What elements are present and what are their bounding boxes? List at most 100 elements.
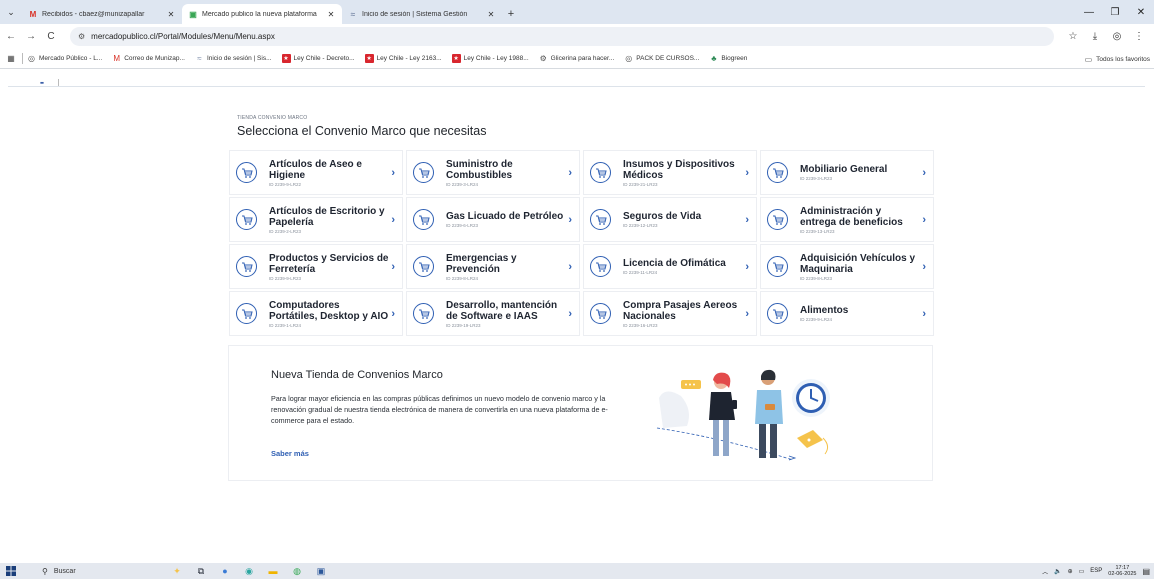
volume-icon[interactable]: 🔈 xyxy=(1054,568,1061,575)
clock[interactable]: 17:17 02-06-2025 xyxy=(1108,565,1136,577)
card-id: ID 2239-13-LR23 xyxy=(800,228,835,234)
bookmarks-divider xyxy=(22,53,23,64)
all-bookmarks[interactable]: ▭ Todos los favoritos xyxy=(1085,49,1150,69)
taskbar-search[interactable]: ⚲ Buscar xyxy=(42,567,76,576)
convenio-card[interactable]: Licencia de Ofimática ID 2239-11-LR24 › xyxy=(583,244,757,289)
card-title: Desarrollo, mantención de Software e IAA… xyxy=(446,299,558,322)
leychile-icon: ★ xyxy=(451,54,461,63)
windows-logo-icon xyxy=(6,566,16,576)
card-id: ID 2239-19-LR23 xyxy=(446,322,481,328)
start-button[interactable] xyxy=(0,563,22,579)
convenio-card[interactable]: Seguros de Vida ID 2239-12-LR23 › xyxy=(583,197,757,242)
minimize-icon[interactable]: — xyxy=(1076,0,1102,24)
chrome-icon[interactable]: ◍ xyxy=(285,566,309,577)
bookmark-item[interactable]: ♣ Biogreen xyxy=(709,54,747,63)
url-field[interactable]: ⚙ mercadopublico.cl/Portal/Modules/Menu/… xyxy=(70,27,1054,46)
file-explorer-icon[interactable]: ▬ xyxy=(261,566,285,576)
convenio-card[interactable]: Artículos de Escritorio y Papelería ID 22… xyxy=(229,197,403,242)
forward-icon[interactable]: → xyxy=(22,27,40,47)
gmail-icon: M xyxy=(113,54,121,63)
card-id: ID 2239-1-LR24 xyxy=(269,322,302,328)
leychile-icon: ★ xyxy=(281,54,291,63)
convenio-card[interactable]: Administración y entrega de beneficios ID… xyxy=(760,197,934,242)
menu-icon[interactable]: ⋮ xyxy=(1128,31,1150,42)
widgets-icon[interactable]: ✦ xyxy=(165,566,189,577)
bookmark-item[interactable]: ★ Ley Chile - Decreto... xyxy=(281,54,355,63)
bookmark-label: Ley Chile - Ley 2163... xyxy=(376,55,442,62)
convenio-card[interactable]: Desarrollo, mantención de Software e IAA… xyxy=(406,291,580,336)
reload-icon[interactable]: C xyxy=(42,27,60,47)
back-icon[interactable]: ← xyxy=(2,27,20,47)
card-text: Artículos de Aseo e Higiene ID 2239-9-LR2… xyxy=(269,159,389,187)
browser-tab[interactable]: M Recibidos - cbaez@munizapallar ✕ xyxy=(22,4,182,24)
tab-title: Inicio de sesión | Sistema Gestión xyxy=(362,10,468,18)
language-indicator[interactable]: ESP xyxy=(1090,568,1102,574)
close-tab-icon[interactable]: ✕ xyxy=(166,10,176,19)
promo-banner: Nueva Tienda de Convenios Marco Para log… xyxy=(228,345,933,481)
browser-tab[interactable]: ≈ Inicio de sesión | Sistema Gestión ✕ xyxy=(342,4,502,24)
card-id: ID 2239-21-LR23 xyxy=(623,181,658,187)
card-text: Gas Licuado de Petróleo ID 2239-6-LR23 xyxy=(446,211,566,228)
card-id: ID 2239-11-LR24 xyxy=(623,270,658,275)
bookmark-item[interactable]: ◎ PACK DE CURSOS... xyxy=(624,54,699,63)
tab-search-button[interactable]: ⌄ xyxy=(0,0,22,24)
convenio-card[interactable]: Productos y Servicios de Ferretería ID 22… xyxy=(229,244,403,289)
convenio-card[interactable]: Emergencias y Prevención ID 2239-8-LR24 › xyxy=(406,244,580,289)
bookmark-item[interactable]: M Correo de Munizap... xyxy=(112,54,185,63)
download-icon[interactable]: ⤓ xyxy=(1084,31,1106,42)
card-text: Suministro de Combustibles ID 2239-3-LR24 xyxy=(446,159,566,187)
card-id: ID 2239-8-LR24 xyxy=(446,275,479,281)
star-icon[interactable]: ☆ xyxy=(1062,31,1084,42)
bookmark-label: Biogreen xyxy=(721,55,748,62)
bookmark-item[interactable]: ≈ Inicio de sesión | Sis... xyxy=(195,54,271,63)
tab-title: Recibidos - cbaez@munizapallar xyxy=(42,10,145,18)
saber-mas-link[interactable]: Saber más xyxy=(271,449,309,458)
convenio-card[interactable]: Suministro de Combustibles ID 2239-3-LR24… xyxy=(406,150,580,195)
convenio-card[interactable]: Artículos de Aseo e Higiene ID 2239-9-LR2… xyxy=(229,150,403,195)
chevron-right-icon: › xyxy=(745,307,749,320)
word-icon[interactable]: ▣ xyxy=(309,566,333,577)
folder-icon: ▭ xyxy=(1084,54,1093,64)
new-tab-button[interactable]: + xyxy=(502,4,520,24)
shopping-cart-icon xyxy=(236,162,257,183)
close-window-icon[interactable]: ✕ xyxy=(1128,0,1154,24)
convenio-card[interactable]: Insumos y Dispositivos Médicos ID 2239-21… xyxy=(583,150,757,195)
tab-list: M Recibidos - cbaez@munizapallar ✕ ▣ Mercado… xyxy=(22,0,502,24)
task-view-icon[interactable]: ⧉ xyxy=(189,566,213,577)
apps-grid-icon[interactable]: ▦ xyxy=(4,54,18,63)
close-tab-icon[interactable]: ✕ xyxy=(486,10,496,19)
card-id: ID 2239-16-LR23 xyxy=(623,322,658,328)
browser-tab[interactable]: ▣ Mercado publico la nueva plataforma ✕ xyxy=(182,4,342,24)
bookmark-item[interactable]: ⚙ Glicerina para hacer... xyxy=(539,54,615,63)
convenio-card[interactable]: Computadores Portátiles, Desktop y AIO ID… xyxy=(229,291,403,336)
card-text: Productos y Servicios de Ferretería ID 22… xyxy=(269,253,389,281)
promo-description: Para lograr mayor eficiencia en las comp… xyxy=(271,394,608,425)
close-tab-icon[interactable]: ✕ xyxy=(326,10,336,19)
convenio-card[interactable]: Mobiliario General ID 2239-3-LR23 › xyxy=(760,150,934,195)
card-title: Emergencias y Prevención xyxy=(446,252,517,275)
chevron-right-icon: › xyxy=(922,307,926,320)
convenio-card[interactable]: Adquisición Vehículos y Maquinaria ID 223… xyxy=(760,244,934,289)
restore-icon[interactable]: ❐ xyxy=(1102,0,1128,24)
convenio-card[interactable]: Gas Licuado de Petróleo ID 2239-6-LR23 › xyxy=(406,197,580,242)
edge-icon[interactable]: ◉ xyxy=(237,566,261,577)
display-icon[interactable]: ▭ xyxy=(1079,568,1085,575)
profile-icon[interactable]: ◎ xyxy=(1106,31,1128,42)
bookmark-item[interactable]: ◎ Mercado Público - L... xyxy=(27,54,102,63)
convenio-card[interactable]: Alimentos ID 2239-9-LR24 › xyxy=(760,291,934,336)
site-info-icon[interactable]: ⚙ xyxy=(78,32,85,41)
card-id: ID 2239-8-LR23 xyxy=(800,275,833,281)
copilot-icon[interactable]: ● xyxy=(213,566,237,576)
chevron-right-icon: › xyxy=(391,213,395,226)
bookmark-item[interactable]: ★ Ley Chile - Ley 2163... xyxy=(364,54,442,63)
page-title: Selecciona el Convenio Marco que necesit… xyxy=(237,124,487,138)
card-id: ID 2239-6-LR23 xyxy=(446,223,479,228)
tray-chevron-icon[interactable]: ︿ xyxy=(1042,567,1048,576)
card-title: Alimentos xyxy=(800,305,849,316)
convenio-card[interactable]: Compra Pasajes Aereos Nacionales ID 2239-… xyxy=(583,291,757,336)
windows-taskbar: ⚲ Buscar ✦ ⧉ ● ◉ ▬ ◍ ▣ ︿ 🔈 ⊕ ▭ ESP 17:17… xyxy=(0,563,1154,579)
network-icon[interactable]: ⊕ xyxy=(1068,568,1073,575)
section-eyebrow: TIENDA CONVENIO MARCO xyxy=(237,115,308,121)
notifications-icon[interactable]: ▤ xyxy=(1142,567,1150,576)
bookmark-item[interactable]: ★ Ley Chile - Ley 1988... xyxy=(451,54,529,63)
